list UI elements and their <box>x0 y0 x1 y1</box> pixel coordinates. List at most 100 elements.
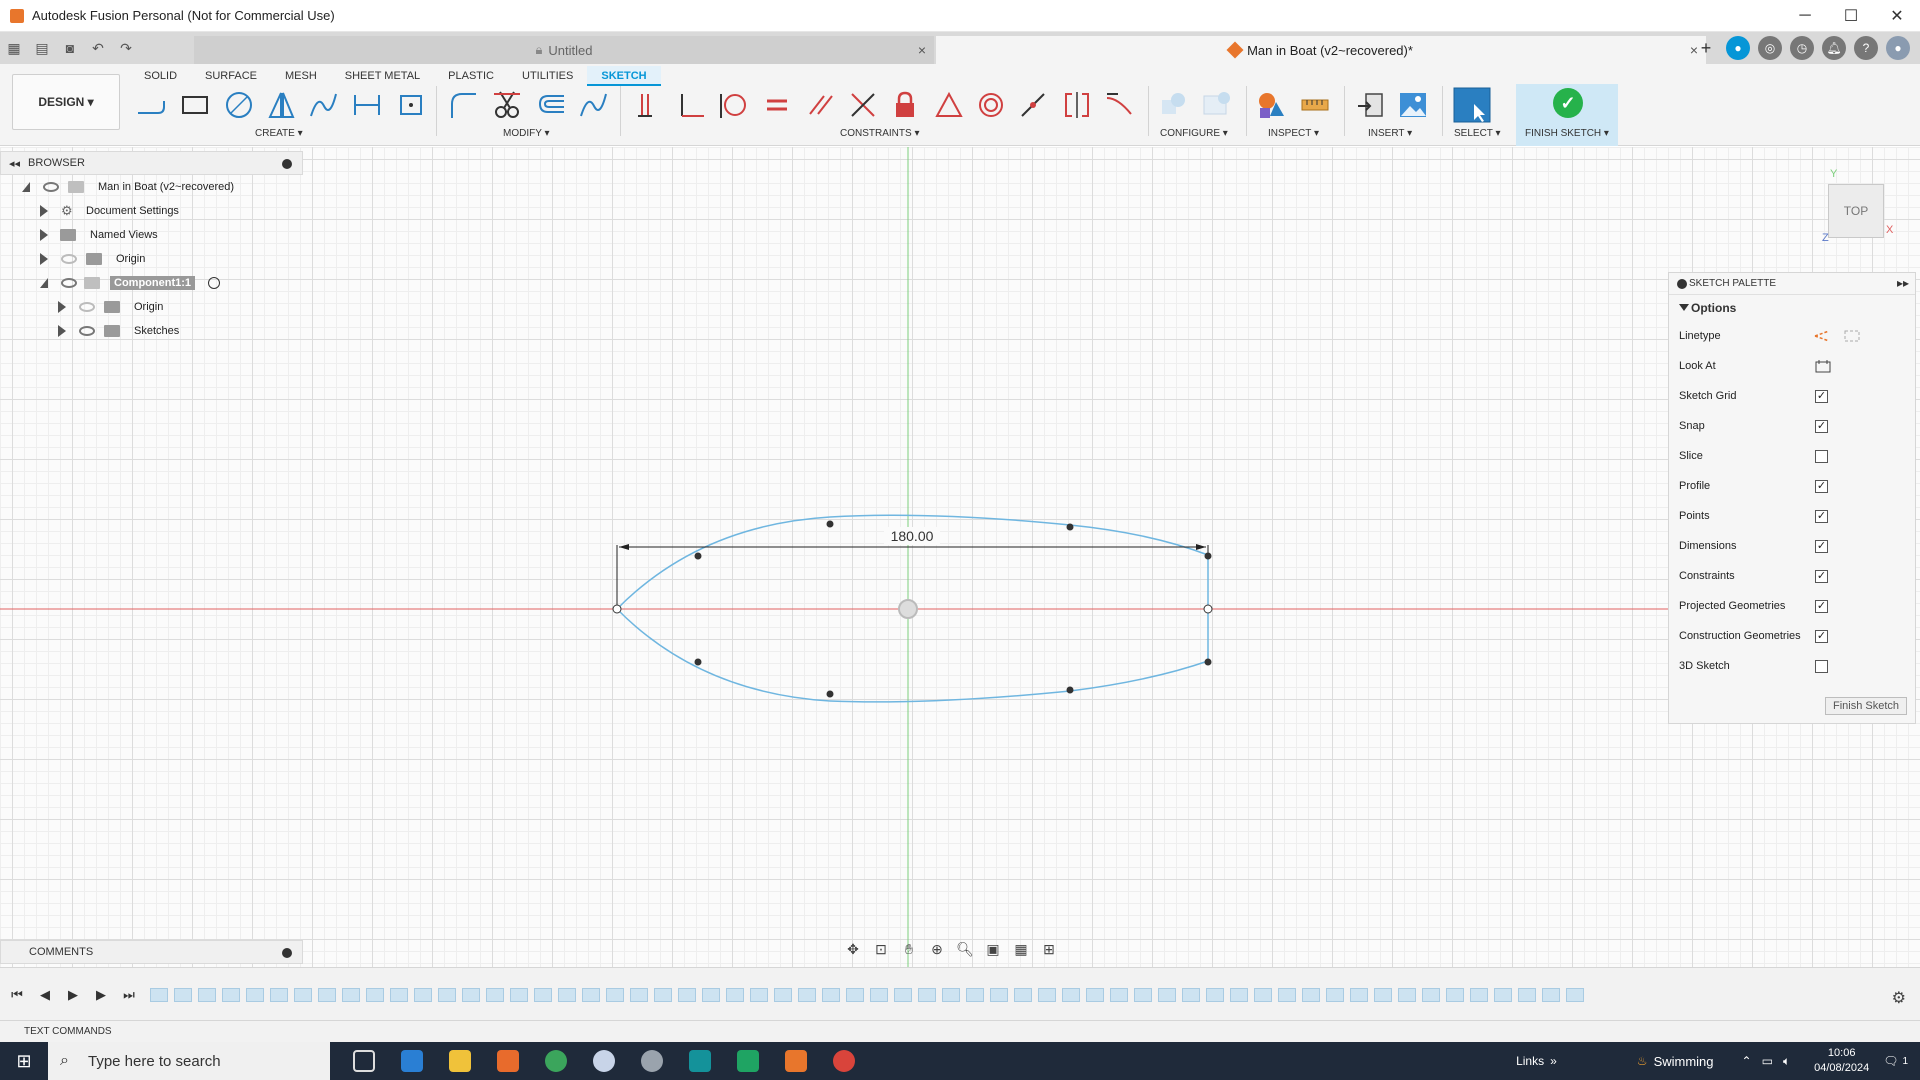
tab-mesh[interactable]: MESH <box>271 66 331 86</box>
modify-curve-icon[interactable] <box>576 88 610 122</box>
configure-parameters-icon[interactable] <box>1158 88 1192 122</box>
timeline-feature-icon[interactable] <box>1326 988 1344 1002</box>
polygon-tool-icon[interactable] <box>264 88 298 122</box>
settings-gear-icon[interactable] <box>628 1042 676 1080</box>
sketch-point[interactable] <box>694 552 702 560</box>
timeline-feature-icon[interactable] <box>462 988 480 1002</box>
minimize-button[interactable]: ─ <box>1782 0 1828 32</box>
tree-item-component-origin[interactable]: Origin <box>0 295 303 319</box>
3d-sketch-checkbox[interactable] <box>1815 660 1828 673</box>
timeline-feature-icon[interactable] <box>846 988 864 1002</box>
timeline-feature-icon[interactable] <box>774 988 792 1002</box>
task-view-icon[interactable] <box>340 1042 388 1080</box>
slice-checkbox[interactable] <box>1815 450 1828 463</box>
sketch-point[interactable] <box>1066 686 1074 694</box>
visibility-eye-icon[interactable] <box>79 326 95 336</box>
tree-item-sketches[interactable]: Sketches <box>0 319 303 343</box>
tree-item-named-views[interactable]: Named Views <box>0 223 303 247</box>
timeline-feature-icon[interactable] <box>918 988 936 1002</box>
file-explorer-icon[interactable] <box>436 1042 484 1080</box>
sketch-point[interactable] <box>1204 658 1212 666</box>
centerline-linetype-icon[interactable] <box>1843 329 1860 343</box>
links-toolbar[interactable]: Links <box>1516 1054 1544 1068</box>
profile-checkbox[interactable]: ✓ <box>1815 480 1828 493</box>
timeline-feature-icon[interactable] <box>438 988 456 1002</box>
taskbar-search-box[interactable]: ⌕ Type here to search <box>48 1042 330 1080</box>
symmetry-constraint-icon[interactable] <box>1060 88 1094 122</box>
battery-icon[interactable]: ▭ <box>1762 1054 1773 1068</box>
sketch-grid-checkbox[interactable]: ✓ <box>1815 390 1828 403</box>
online-status-icon[interactable]: ◎ <box>1758 36 1782 60</box>
expand-icon[interactable] <box>40 253 48 265</box>
expand-icon[interactable] <box>40 205 48 217</box>
palette-header[interactable]: SKETCH PALETTE ▸▸ <box>1669 273 1915 295</box>
collapse-panel-icon[interactable]: ◂◂ <box>9 157 20 170</box>
timeline-feature-icon[interactable] <box>654 988 672 1002</box>
undo-icon[interactable]: ↶ <box>84 34 112 62</box>
timeline-feature-icon[interactable] <box>726 988 744 1002</box>
configure-group-label[interactable]: CONFIGURE ▾ <box>1160 128 1228 139</box>
timeline-feature-icon[interactable] <box>750 988 768 1002</box>
media-player-icon[interactable] <box>484 1042 532 1080</box>
timeline-feature-icon[interactable] <box>510 988 528 1002</box>
play-icon[interactable]: ▶ <box>66 987 80 1002</box>
fix-constraint-lock-icon[interactable] <box>888 88 922 122</box>
timeline-feature-icon[interactable] <box>1038 988 1056 1002</box>
sketch-point[interactable] <box>1066 523 1074 531</box>
timeline-feature-icon[interactable] <box>318 988 336 1002</box>
timeline-feature-icon[interactable] <box>606 988 624 1002</box>
timeline-feature-icon[interactable] <box>342 988 360 1002</box>
timeline-feature-icon[interactable] <box>270 988 288 1002</box>
insert-canvas-image-icon[interactable] <box>1396 88 1430 122</box>
timeline-feature-icon[interactable] <box>486 988 504 1002</box>
tab-utilities[interactable]: UTILITIES <box>508 66 587 86</box>
select-tool-icon[interactable] <box>1452 86 1500 126</box>
sketch-dimension-icon[interactable] <box>350 88 384 122</box>
view-cube[interactable]: TOP <box>1828 184 1884 238</box>
tangent-constraint-icon[interactable] <box>716 88 750 122</box>
tab-surface[interactable]: SURFACE <box>191 66 271 86</box>
measure-tool-icon[interactable] <box>1298 88 1332 122</box>
chrome-icon[interactable] <box>532 1042 580 1080</box>
expand-icon[interactable] <box>58 325 66 337</box>
mail-app-icon[interactable] <box>388 1042 436 1080</box>
timeline-feature-icon[interactable] <box>678 988 696 1002</box>
triangle-constraint-icon[interactable] <box>932 88 966 122</box>
zoom-icon[interactable]: ⊕ <box>926 938 948 960</box>
collapse-icon[interactable] <box>22 182 30 192</box>
redo-icon[interactable]: ↷ <box>112 34 140 62</box>
display-settings-icon[interactable]: ▣ <box>982 938 1004 960</box>
options-section-header[interactable]: Options <box>1669 295 1915 321</box>
timeline-feature-icon[interactable] <box>1422 988 1440 1002</box>
timeline-feature-icon[interactable] <box>150 988 168 1002</box>
timeline-feature-icon[interactable] <box>1230 988 1248 1002</box>
speaker-icon[interactable]: 🔈︎ <box>1783 1054 1790 1069</box>
close-window-button[interactable]: ✕ <box>1874 0 1920 32</box>
comments-add-icon[interactable] <box>282 948 292 958</box>
timeline-feature-icon[interactable] <box>582 988 600 1002</box>
weather-label[interactable]: Swimming <box>1654 1054 1714 1069</box>
look-at-nav-icon[interactable]: ⊡ <box>870 938 892 960</box>
go-to-start-icon[interactable]: ⏮ <box>10 987 24 1002</box>
midpoint-constraint-icon[interactable] <box>846 88 880 122</box>
parallel-constraint-icon[interactable] <box>804 88 838 122</box>
timeline-feature-icon[interactable] <box>942 988 960 1002</box>
activate-component-icon[interactable] <box>208 277 220 289</box>
tab-untitled-close-icon[interactable]: × <box>918 42 926 58</box>
step-back-icon[interactable]: ◀ <box>38 987 52 1002</box>
insert-derive-icon[interactable] <box>1354 88 1388 122</box>
insert-group-label[interactable]: INSERT ▾ <box>1368 128 1412 139</box>
step-forward-icon[interactable]: ▶ <box>94 987 108 1002</box>
line-tool-icon[interactable] <box>134 88 168 122</box>
concentric-constraint-icon[interactable] <box>974 88 1008 122</box>
points-checkbox[interactable]: ✓ <box>1815 510 1828 523</box>
timeline-feature-icon[interactable] <box>558 988 576 1002</box>
timeline-feature-icon[interactable] <box>1014 988 1032 1002</box>
sketch-point[interactable] <box>1204 552 1212 560</box>
timeline-feature-icon[interactable] <box>1086 988 1104 1002</box>
tab-man-in-boat[interactable]: Man in Boat (v2~recovered)* × <box>936 36 1706 64</box>
chevron-up-icon[interactable]: ⌃ <box>1742 1054 1752 1068</box>
palette-pin-icon[interactable] <box>1677 279 1687 289</box>
modify-group-label[interactable]: MODIFY ▾ <box>503 128 550 139</box>
tree-item-origin[interactable]: Origin <box>0 247 303 271</box>
